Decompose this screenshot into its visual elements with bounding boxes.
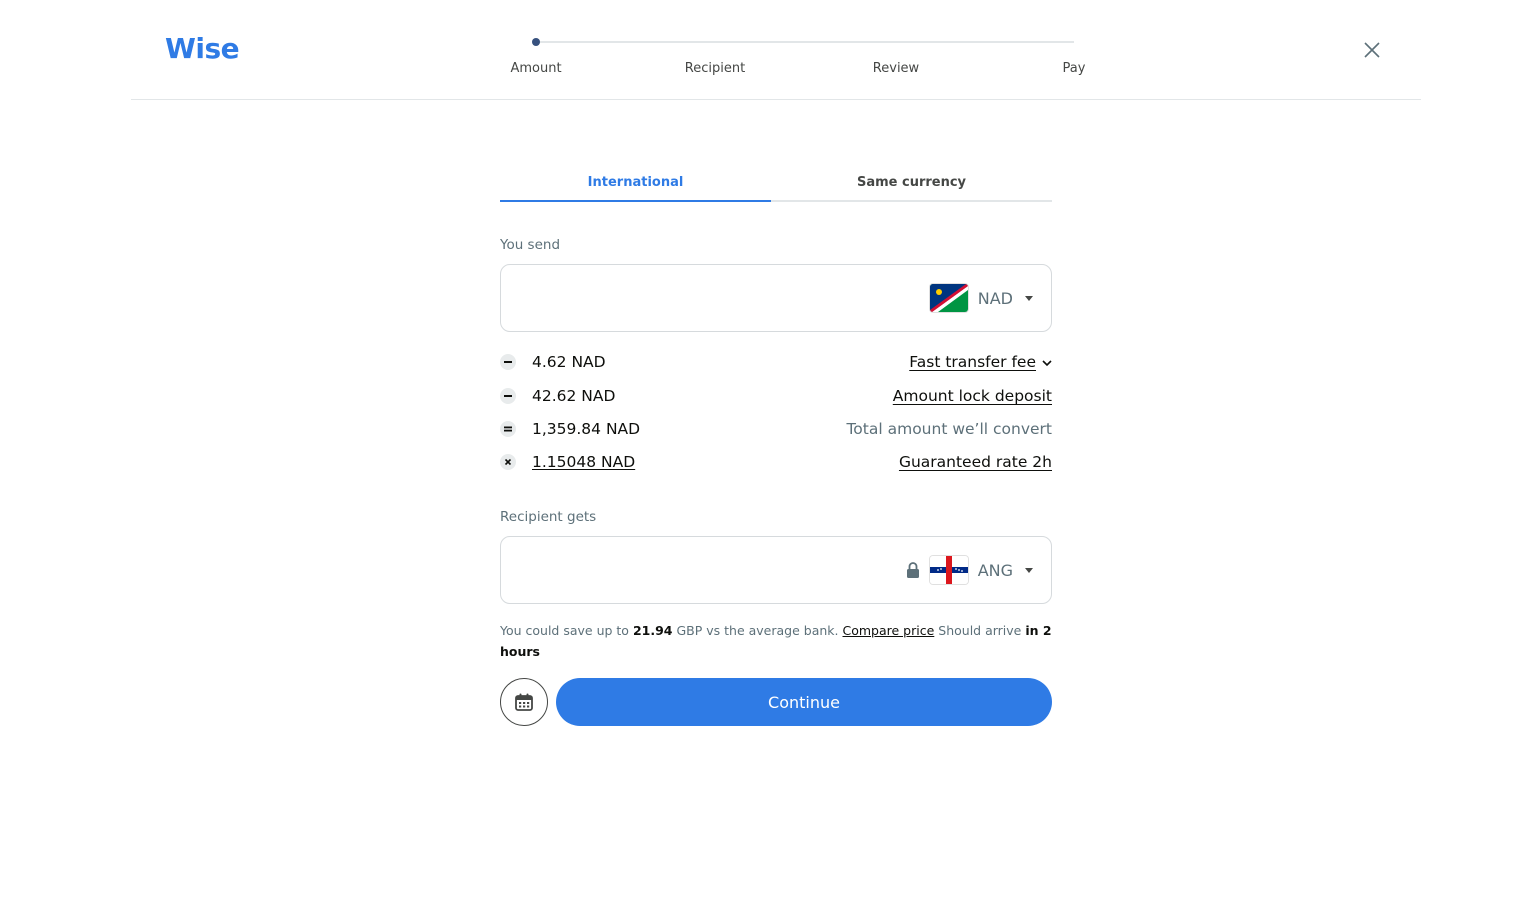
chevron-down-icon: [1025, 295, 1033, 301]
header-divider: [131, 99, 1421, 100]
minus-icon: [500, 354, 516, 370]
savings-amount: 21.94: [632, 623, 673, 638]
stepper-current-dot: [532, 38, 540, 46]
equals-icon: [500, 421, 516, 437]
close-icon: [1364, 42, 1380, 58]
receive-currency-select[interactable]: ANG: [906, 554, 1033, 586]
stepper-track: [536, 41, 1074, 43]
fast-transfer-fee-link[interactable]: Fast transfer fee: [909, 350, 1052, 374]
step-review: Review: [872, 61, 920, 76]
savings-prefix: You could save up to: [500, 623, 629, 638]
chevron-down-icon: [1025, 567, 1033, 573]
receive-currency-code: ANG: [977, 560, 1013, 580]
fee-row-lock-deposit: 42.62 NAD Amount lock deposit: [500, 384, 1052, 408]
close-button[interactable]: [1358, 36, 1386, 64]
receive-amount-input[interactable]: [519, 555, 903, 587]
continue-button[interactable]: Continue: [556, 678, 1052, 726]
send-amount-input[interactable]: [519, 283, 903, 315]
tab-active-indicator: [500, 200, 771, 202]
lock-icon: [906, 562, 920, 578]
arrival-prefix: Should arrive: [938, 623, 1022, 638]
fee-value: 4.62 NAD: [532, 353, 606, 371]
send-currency-select[interactable]: NAD: [929, 282, 1033, 314]
savings-suffix: GBP vs the average bank.: [676, 623, 839, 638]
step-amount: Amount: [510, 61, 562, 76]
netherlands-antilles-flag-icon: [929, 556, 968, 584]
calendar-icon: [515, 693, 533, 711]
tab-same-currency[interactable]: Same currency: [771, 172, 1052, 202]
savings-info: You could save up to 21.94 GBP vs the av…: [500, 620, 1060, 662]
compare-price-link[interactable]: Compare price: [843, 623, 935, 638]
multiply-icon: [500, 454, 516, 470]
minus-icon: [500, 388, 516, 404]
fee-value: 1,359.84 NAD: [532, 420, 641, 438]
guaranteed-rate-link[interactable]: Guaranteed rate 2h: [899, 450, 1052, 474]
wise-logo[interactable]: Wise: [165, 30, 240, 68]
fee-label-text: Fast transfer fee: [909, 353, 1036, 371]
receive-amount-box: ANG: [500, 536, 1052, 604]
fee-row-transfer-fee: 4.62 NAD Fast transfer fee: [500, 350, 1052, 374]
exchange-rate-link[interactable]: 1.15048 NAD: [532, 450, 635, 474]
send-amount-box: NAD: [500, 264, 1052, 332]
namibia-flag-icon: [929, 284, 968, 312]
receive-label: Recipient gets: [500, 509, 597, 525]
send-currency-code: NAD: [977, 288, 1013, 308]
chevron-down-icon: [1042, 359, 1052, 366]
fee-row-rate: 1.15048 NAD Guaranteed rate 2h: [500, 450, 1052, 474]
amount-lock-deposit-link[interactable]: Amount lock deposit: [893, 384, 1052, 408]
fee-value: 42.62 NAD: [532, 387, 616, 405]
step-recipient: Recipient: [684, 61, 746, 76]
total-convert-label: Total amount we’ll convert: [846, 420, 1052, 438]
send-label: You send: [500, 237, 561, 253]
schedule-transfer-button[interactable]: [500, 678, 548, 726]
tab-international[interactable]: International: [500, 172, 771, 202]
fee-row-total-convert: 1,359.84 NAD Total amount we’ll convert: [500, 417, 1052, 441]
step-pay: Pay: [1062, 61, 1086, 76]
